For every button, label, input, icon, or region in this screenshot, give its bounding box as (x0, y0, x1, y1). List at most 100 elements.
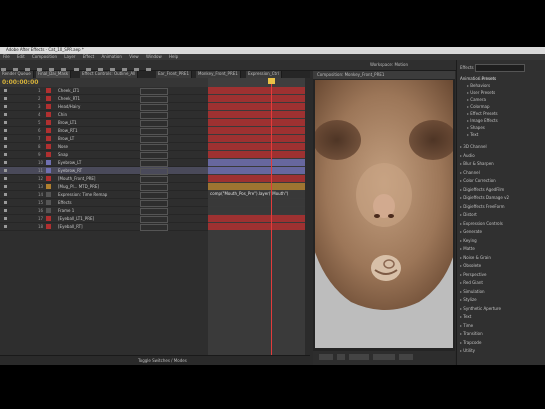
layer-label-color[interactable] (46, 88, 51, 93)
layer-label-color[interactable] (46, 224, 51, 229)
layer-label-color[interactable] (46, 128, 51, 133)
effect-category-item[interactable]: Color Correction (460, 178, 495, 184)
layer-row[interactable]: 17 [Eyeball_LT1_PRE] (0, 215, 208, 223)
parent-pickwhip-icon[interactable] (140, 144, 168, 151)
layer-duration-bar[interactable] (208, 199, 305, 206)
layer-row[interactable]: 18 [Eyeball_RT] (0, 223, 208, 231)
layer-label-color[interactable] (46, 192, 51, 197)
layer-label-color[interactable] (46, 152, 51, 157)
eye-icon[interactable] (4, 105, 7, 108)
timecode-display[interactable]: 0:00:00:00 (2, 79, 38, 86)
preset-folder-item[interactable]: Behaviors (467, 83, 490, 89)
effect-category-item[interactable]: Stylize (460, 297, 476, 303)
workspace-label[interactable]: Workspace: Motion (370, 62, 408, 68)
layer-label-color[interactable] (46, 176, 51, 181)
layer-label-color[interactable] (46, 112, 51, 117)
eye-icon[interactable] (4, 153, 7, 156)
effect-category-item[interactable]: Utility (460, 348, 475, 354)
tab-monkey-front[interactable]: Monkey_Front_PRE1 (196, 71, 241, 78)
parent-pickwhip-icon[interactable] (140, 184, 168, 191)
effect-category-item[interactable]: Matte (460, 246, 475, 252)
effect-category-item[interactable]: Audio (460, 153, 474, 159)
parent-pickwhip-icon[interactable] (140, 224, 168, 231)
parent-pickwhip-icon[interactable] (140, 112, 168, 119)
resolution-dropdown[interactable] (349, 354, 369, 360)
layer-row[interactable]: 14 Expression: Time Remap (0, 191, 208, 199)
effect-category-item[interactable]: Blur & Sharpen (460, 161, 493, 167)
parent-pickwhip-icon[interactable] (140, 192, 168, 199)
layer-label-color[interactable] (46, 216, 51, 221)
current-time-indicator[interactable] (271, 78, 272, 355)
layer-row[interactable]: 16 Frame 1 (0, 207, 208, 215)
eye-icon[interactable] (4, 97, 7, 100)
effect-category-item[interactable]: Perspective (460, 272, 486, 278)
layer-row[interactable]: 12 [Mouth_Front_PRE] (0, 175, 208, 183)
effect-category-item[interactable]: Red Giant (460, 280, 483, 286)
parent-pickwhip-icon[interactable] (140, 120, 168, 127)
preset-folder-item[interactable]: Colormap (467, 104, 489, 110)
layer-row[interactable]: 13 [Mug_Pl... MTD_PRE] (0, 183, 208, 191)
menu-composition[interactable]: Composition (32, 54, 57, 59)
composition-tab[interactable]: Composition: Monkey_Front_PRE1 (313, 71, 455, 79)
eye-icon[interactable] (4, 225, 7, 228)
tab-effect-controls[interactable]: Effect Controls: Outline_All (80, 71, 139, 78)
parent-pickwhip-icon[interactable] (140, 216, 168, 223)
effect-category-item[interactable]: Transition (460, 331, 482, 337)
layer-row[interactable]: 6 Brow_RT1 (0, 127, 208, 135)
menu-window[interactable]: Window (146, 54, 162, 59)
layer-duration-bar[interactable] (208, 119, 305, 126)
layer-duration-bar[interactable] (208, 215, 305, 222)
layer-row[interactable]: 9 Snap (0, 151, 208, 159)
active-camera-dropdown[interactable] (373, 354, 395, 360)
preset-folder-item[interactable]: Shapes (467, 125, 485, 131)
effects-search-input[interactable]: Contains (475, 64, 525, 81)
eye-icon[interactable] (4, 217, 7, 220)
layer-duration-bar[interactable] (208, 175, 305, 182)
layer-duration-bar[interactable] (208, 159, 305, 166)
layer-duration-bar[interactable] (208, 135, 305, 142)
eye-icon[interactable] (4, 89, 7, 92)
composition-viewer[interactable] (315, 80, 453, 348)
layer-duration-bar[interactable] (208, 151, 305, 158)
layer-row[interactable]: 8 Nose (0, 143, 208, 151)
effect-category-item[interactable]: Trapcode (460, 340, 481, 346)
effect-category-item[interactable]: Digieffects Damage v2 (460, 195, 509, 201)
current-time-indicator-head[interactable] (268, 78, 275, 84)
eye-icon[interactable] (4, 201, 7, 204)
parent-pickwhip-icon[interactable] (140, 208, 168, 215)
menu-layer[interactable]: Layer (64, 54, 75, 59)
layer-row[interactable]: 1 Cheek_LT1 (0, 87, 208, 95)
tab-ear-front[interactable]: Ear_Front_PRE1 (156, 71, 193, 78)
layer-label-color[interactable] (46, 136, 51, 141)
layer-duration-bar[interactable] (208, 95, 305, 102)
layer-row[interactable]: 2 Cheek_RT1 (0, 95, 208, 103)
layer-duration-bar[interactable] (208, 127, 305, 134)
menu-animation[interactable]: Animation (102, 54, 122, 59)
effect-category-item[interactable]: Generate (460, 229, 482, 235)
layer-label-color[interactable] (46, 120, 51, 125)
parent-pickwhip-icon[interactable] (140, 160, 168, 167)
preset-folder-item[interactable]: User Presets (467, 90, 495, 96)
layer-duration-bar[interactable] (208, 167, 305, 174)
layer-duration-bar[interactable] (208, 87, 305, 94)
eye-icon[interactable] (4, 161, 7, 164)
eye-icon[interactable] (4, 185, 7, 188)
eye-icon[interactable] (4, 113, 7, 116)
time-ruler[interactable] (208, 78, 305, 87)
layer-duration-bar[interactable] (208, 207, 305, 214)
parent-pickwhip-icon[interactable] (140, 136, 168, 143)
effect-category-item[interactable]: Text (460, 314, 471, 320)
layer-duration-bar[interactable] (208, 223, 305, 230)
menu-help[interactable]: Help (169, 54, 178, 59)
effect-category-item[interactable]: Digieffects FreeForm (460, 204, 504, 210)
preset-folder-root[interactable]: Animation Presets (460, 76, 496, 82)
layer-label-color[interactable] (46, 184, 51, 189)
menu-edit[interactable]: Edit (17, 54, 25, 59)
parent-pickwhip-icon[interactable] (140, 152, 168, 159)
parent-pickwhip-icon[interactable] (140, 168, 168, 175)
parent-pickwhip-icon[interactable] (140, 200, 168, 207)
view-layout-dropdown[interactable] (399, 354, 413, 360)
effect-category-item[interactable]: Simulation (460, 289, 484, 295)
preset-folder-item[interactable]: Camera (467, 97, 486, 103)
menu-file[interactable]: File (3, 54, 10, 59)
